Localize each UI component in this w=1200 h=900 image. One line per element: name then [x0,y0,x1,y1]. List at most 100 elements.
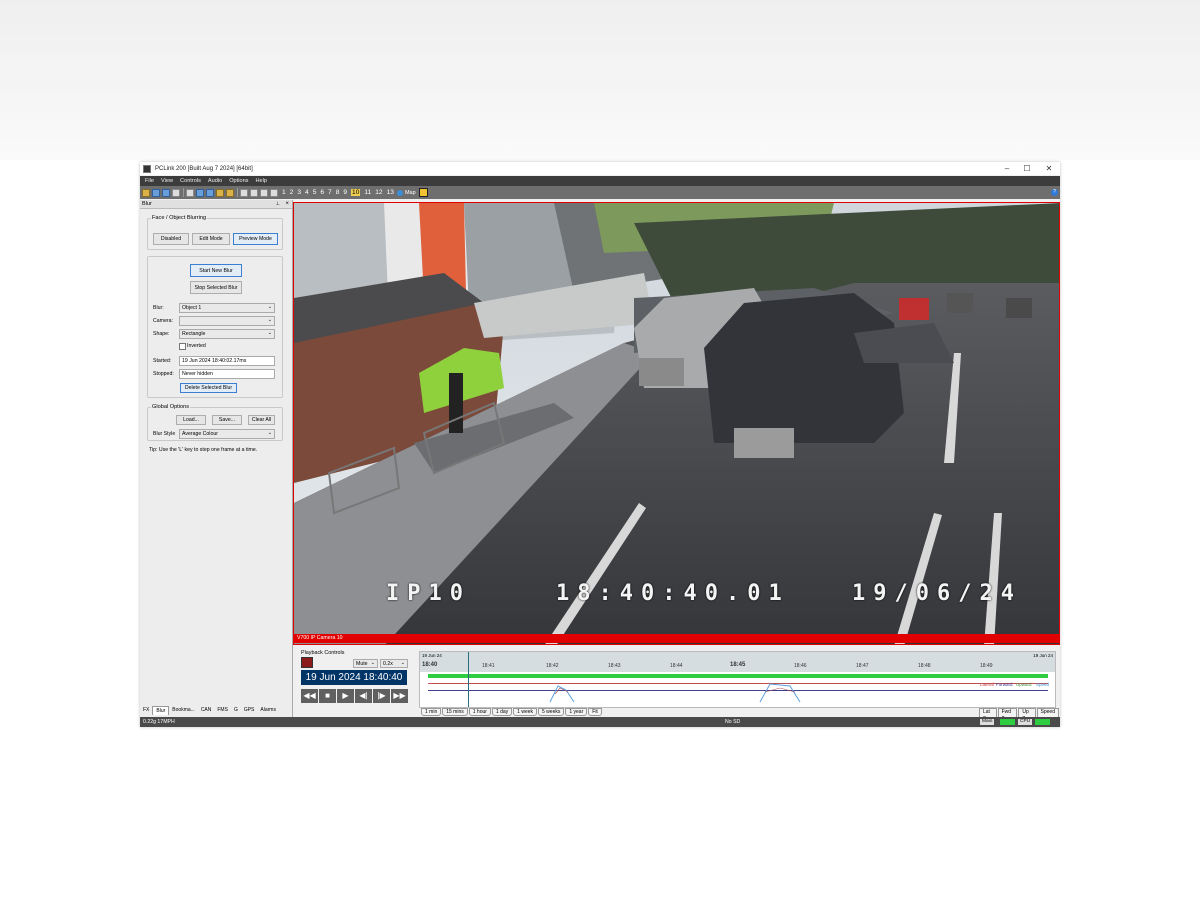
blur-style-select[interactable]: Average Colour ⌄ [179,429,275,439]
play-button[interactable]: ▶ [337,689,354,703]
clear-all-button[interactable]: Clear All [248,415,275,425]
maximize-icon[interactable]: ☐ [1016,163,1038,174]
blur-select[interactable]: Object 1 ⌄ [179,303,275,313]
camera-button-6[interactable]: 6 [320,189,324,196]
document-icon[interactable] [186,188,194,197]
shape-select[interactable]: Rectangle ⌄ [179,329,275,339]
back-arrow-icon[interactable] [216,188,224,197]
range-1hour[interactable]: 1 hour [468,708,491,716]
speed-select[interactable]: 0.2x ⌄ [380,659,408,668]
camera-button-3[interactable]: 3 [297,189,301,196]
range-fit[interactable]: Fit [588,708,602,716]
range-5weeks[interactable]: 5 weeks [538,708,565,716]
camera-button-4[interactable]: 4 [305,189,309,196]
osd-camera-id: IP10 [386,581,471,606]
minimize-icon[interactable]: – [996,163,1018,174]
camera-button-7[interactable]: 7 [328,189,332,196]
inverted-checkbox[interactable] [179,343,186,350]
chevron-down-icon: ⌄ [267,304,272,310]
layout-16-icon[interactable] [270,188,278,197]
save-button[interactable]: Save... [212,415,242,425]
menu-options[interactable]: Options [229,178,248,184]
disk-icon[interactable] [162,188,170,197]
shape-select-value: Rectangle [182,331,206,337]
map-button[interactable]: Map [396,189,416,196]
tick-label: 18:41 [482,663,495,669]
tab-alarms[interactable]: Alarms [257,706,279,715]
playhead[interactable] [468,652,469,707]
camera-icon[interactable] [206,188,214,197]
tab-fms[interactable]: FMS [214,706,231,715]
menu-bar: File View Controls Audio Options Help [140,176,1060,186]
panel-close-icon[interactable]: × [285,200,289,208]
shape-label: Shape: [153,331,170,337]
load-button[interactable]: Load... [176,415,206,425]
camera-button-12[interactable]: 12 [375,189,382,196]
tab-gps[interactable]: GPS [241,706,258,715]
timeline[interactable]: 19 Jun 24 19 Jun 24 18:40 18:41 18:42 18… [419,651,1056,708]
layout-1-icon[interactable] [240,188,248,197]
camera-button-9[interactable]: 9 [343,189,347,196]
legend-upward: Upward [1016,682,1032,687]
forward-arrow-icon[interactable] [226,188,234,197]
tab-can[interactable]: CAN [198,706,215,715]
record-icon[interactable] [301,657,313,668]
open-folder-icon[interactable] [142,188,150,197]
map-label: Map [404,189,416,196]
app-icon [143,164,151,173]
tick-label: 18:47 [856,663,869,669]
disabled-button[interactable]: Disabled [153,233,189,245]
fast-forward-button[interactable]: ▶▶ [391,689,408,703]
camera-button-8[interactable]: 8 [336,189,340,196]
tab-fx[interactable]: FX [140,706,152,715]
edit-mode-button[interactable]: Edit Mode [192,233,230,245]
menu-help[interactable]: Help [255,178,267,184]
save-icon[interactable] [152,188,160,197]
toolbar-separator [183,188,184,197]
tab-bookmarks[interactable]: Bookma... [169,706,198,715]
layout-4-icon[interactable] [250,188,258,197]
blur-edit-group: Start New Blur Stop Selected Blur Blur: … [147,256,283,398]
status-cpu: CPU [1018,719,1033,725]
camera-button-1[interactable]: 1 [282,189,286,196]
stop-selected-blur-button[interactable]: Stop Selected Blur [190,281,242,294]
globe-icon [396,189,403,196]
video-view[interactable]: IP10 18:40:40.01 19/06/24 [293,202,1060,645]
range-1year[interactable]: 1 year [565,708,588,716]
range-1week[interactable]: 1 week [513,708,538,716]
layout-9-icon[interactable] [260,188,268,197]
stop-button[interactable]: ■ [319,689,336,703]
export-icon[interactable] [196,188,204,197]
tab-blur[interactable]: Blur [152,706,170,715]
key-icon[interactable] [418,188,428,197]
start-new-blur-button[interactable]: Start New Blur [190,264,242,277]
print-icon[interactable] [172,188,180,197]
rewind-button[interactable]: ◀◀ [301,689,318,703]
status-main: Main [980,719,995,725]
tick-label: 18:48 [918,663,931,669]
pin-icon[interactable]: ⊥ [276,200,280,208]
camera-button-11[interactable]: 11 [364,189,371,196]
range-1day[interactable]: 1 day [491,708,513,716]
help-icon[interactable]: ? [1051,189,1058,196]
playback-datetime: 19 Jun 2024 18:40:40 [301,670,407,685]
menu-file[interactable]: File [145,178,154,184]
menu-view[interactable]: View [161,178,173,184]
camera-select[interactable]: ⌄ [179,316,275,326]
camera-button-5[interactable]: 5 [313,189,317,196]
step-forward-button[interactable]: |▶ [373,689,390,703]
menu-audio[interactable]: Audio [208,178,222,184]
step-back-button[interactable]: ◀| [355,689,372,703]
camera-button-13[interactable]: 13 [387,189,394,196]
range-1min[interactable]: 1 min [421,708,442,716]
mute-select[interactable]: Mute ⌄ [353,659,378,668]
tab-g[interactable]: G [231,706,241,715]
range-15mins[interactable]: 15 mins [442,708,468,716]
preview-mode-button[interactable]: Preview Mode [233,233,278,245]
camera-button-10[interactable]: 10 [351,189,361,196]
close-icon[interactable]: ✕ [1038,163,1060,174]
camera-button-2[interactable]: 2 [290,189,294,196]
osd-time: 18:40:40.01 [556,581,790,606]
menu-controls[interactable]: Controls [180,178,201,184]
delete-selected-blur-button[interactable]: Delete Selected Blur [180,383,237,393]
